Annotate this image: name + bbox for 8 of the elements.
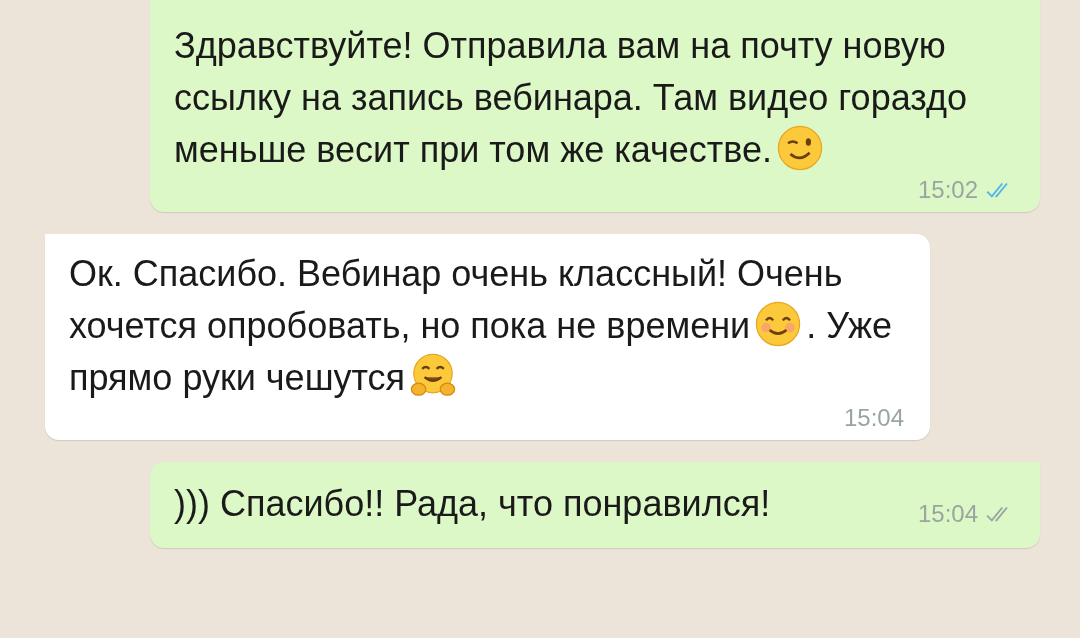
message-text: Ок. Спасибо. Вебинар очень классный! Очень хочется опробовать, но пока не времени . Уже прямо руки чешутся xyxy=(69,252,893,402)
message-time: 15:04 xyxy=(917,500,978,528)
winking-face-icon xyxy=(776,124,825,172)
message-time: 15:04 xyxy=(843,404,904,432)
smiling-face-icon xyxy=(754,300,803,348)
message-time: 15:02 xyxy=(917,176,978,204)
message-text: ))) Спасибо!! Рада, что понравился! xyxy=(174,482,771,526)
message-text: Здравствуйте! Отправила вам на почту новую ссылку на запись вебинара. Там видео гораздо меньше весит при том же качестве. xyxy=(174,24,969,174)
